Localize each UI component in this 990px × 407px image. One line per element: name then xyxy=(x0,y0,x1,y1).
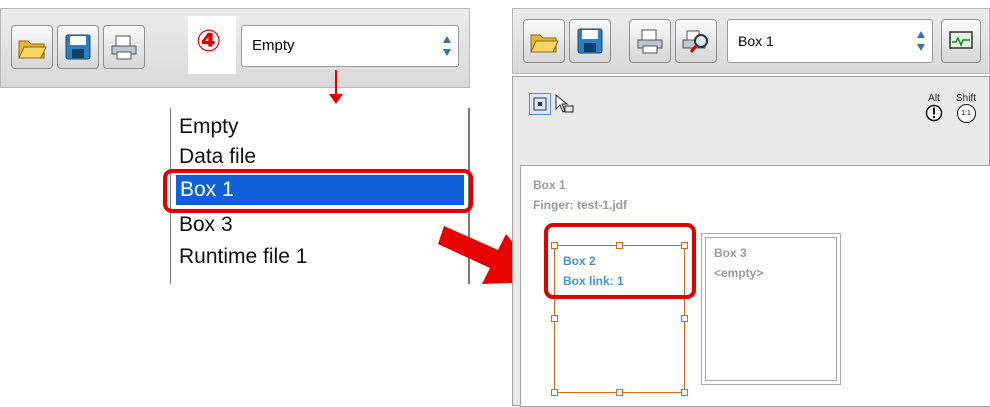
print-icon xyxy=(111,35,137,60)
arrow-down-icon xyxy=(329,70,343,104)
spinner-icon xyxy=(443,36,451,56)
step-number: ④ xyxy=(196,25,222,58)
list-item[interactable]: Empty xyxy=(179,112,239,142)
source-combo-value: Box 1 xyxy=(738,33,774,49)
pointer-tool-button[interactable] xyxy=(553,93,575,115)
resize-handle[interactable] xyxy=(551,315,558,322)
resize-handle[interactable] xyxy=(616,389,623,396)
layout-canvas[interactable]: Box 1 Finger: test-1.jdf Box 2 Box link:… xyxy=(520,165,990,407)
editor-panel: Alt Shift 1:1 Box 1 Finger: test-1.jdf B… xyxy=(512,76,990,407)
monitor-icon xyxy=(949,31,973,49)
box-3[interactable]: Box 3 <empty> xyxy=(701,233,841,385)
open-button[interactable] xyxy=(523,19,565,63)
save-button[interactable] xyxy=(57,25,99,69)
monitor-button[interactable] xyxy=(941,19,981,63)
selection-tool-button[interactable] xyxy=(529,93,551,115)
highlight-box-2 xyxy=(544,223,696,299)
print-preview-icon xyxy=(682,30,708,53)
source-combo[interactable]: Empty xyxy=(241,25,459,67)
shift-symbol: 1:1 xyxy=(961,110,971,117)
spinner-icon xyxy=(917,31,925,51)
resize-handle[interactable] xyxy=(681,315,688,322)
print-icon xyxy=(637,29,663,54)
source-combo-value: Empty xyxy=(252,37,295,54)
print-button[interactable] xyxy=(629,19,671,63)
shift-indicator: Shift 1:1 xyxy=(951,93,981,133)
box1-name: Box 1 xyxy=(533,178,566,192)
resize-handle[interactable] xyxy=(681,389,688,396)
pointer-tool-icon xyxy=(555,93,574,113)
box3-content: <empty> xyxy=(714,266,764,280)
box3-name: Box 3 xyxy=(714,246,747,260)
resize-handle[interactable] xyxy=(551,389,558,396)
save-button[interactable] xyxy=(569,19,611,63)
right-toolbar: Box 1 xyxy=(512,8,990,74)
save-disk-icon xyxy=(577,28,603,54)
left-toolbar: ④ Empty xyxy=(0,8,470,88)
open-folder-icon xyxy=(530,34,559,53)
list-item[interactable]: Data file xyxy=(179,142,256,172)
print-button[interactable] xyxy=(103,25,145,69)
save-disk-icon xyxy=(65,34,91,60)
box1-finger: Finger: test-1.jdf xyxy=(533,198,628,212)
alt-indicator: Alt xyxy=(921,93,947,133)
alt-info-icon xyxy=(925,104,943,122)
alt-label: Alt xyxy=(928,93,940,104)
open-button[interactable] xyxy=(11,25,53,69)
selection-tool-icon xyxy=(533,97,547,111)
step-marker: ④ xyxy=(188,16,236,74)
shift-label: Shift xyxy=(955,93,976,104)
highlight-selected-item xyxy=(163,169,473,213)
source-combo[interactable]: Box 1 xyxy=(727,19,933,63)
list-item[interactable]: Runtime file 1 xyxy=(179,242,307,272)
shift-scale-icon: 1:1 xyxy=(956,104,976,123)
open-folder-icon xyxy=(18,40,47,59)
print-preview-button[interactable] xyxy=(675,19,717,63)
list-item[interactable]: Box 3 xyxy=(179,210,233,240)
